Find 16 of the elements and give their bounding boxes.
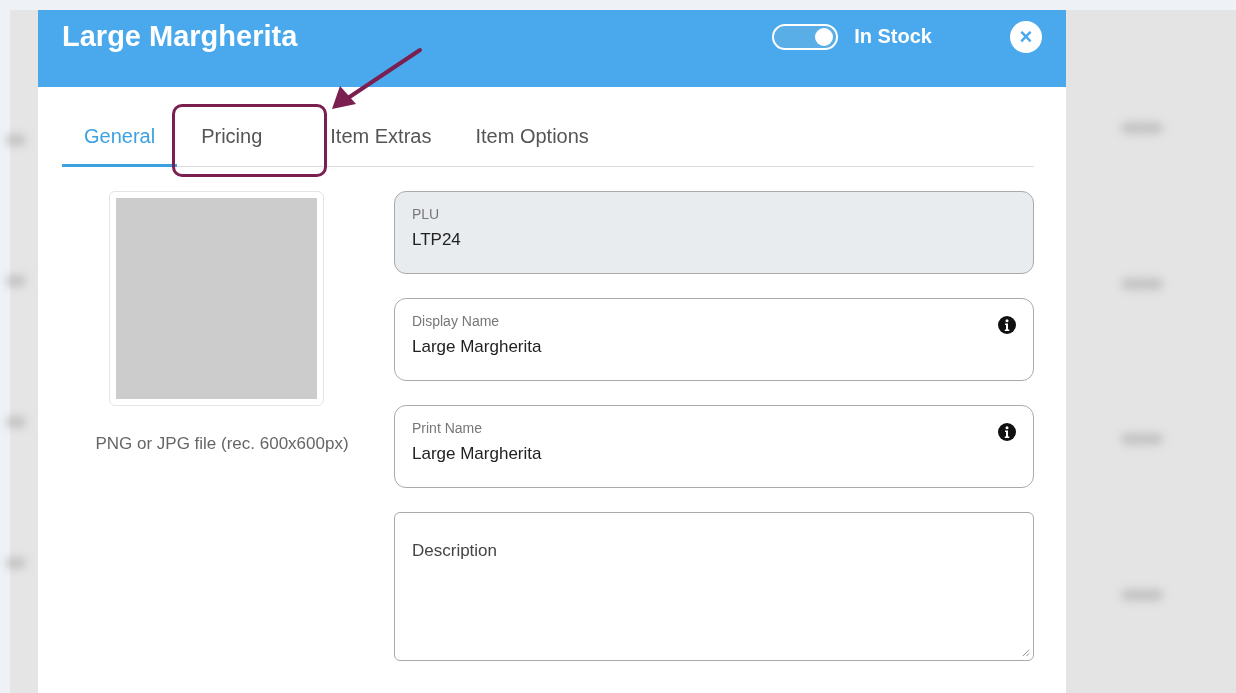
image-hint: PNG or JPG file (rec. 600x600px) <box>95 434 349 454</box>
field-label: PLU <box>412 206 441 222</box>
field-value: Large Margherita <box>412 444 542 464</box>
field-value: Large Margherita <box>412 337 542 357</box>
tab[interactable]: Pricing <box>177 105 309 167</box>
dialog-title: Large Margherita <box>62 20 299 53</box>
field-label: Display Name <box>412 313 501 329</box>
stock-label: In Stock <box>854 25 932 48</box>
input-field[interactable]: Display Name Large Margherita <box>394 298 1034 381</box>
description-field[interactable]: Description <box>394 512 1034 661</box>
field-value: LTP24 <box>412 230 461 250</box>
field-placeholder: Description <box>412 541 498 560</box>
tab[interactable]: Item Options <box>453 105 611 167</box>
field-label: Print Name <box>412 420 484 436</box>
tab[interactable]: Item Extras <box>308 105 454 167</box>
input-field[interactable]: Print Name Large Margherita <box>394 405 1034 488</box>
